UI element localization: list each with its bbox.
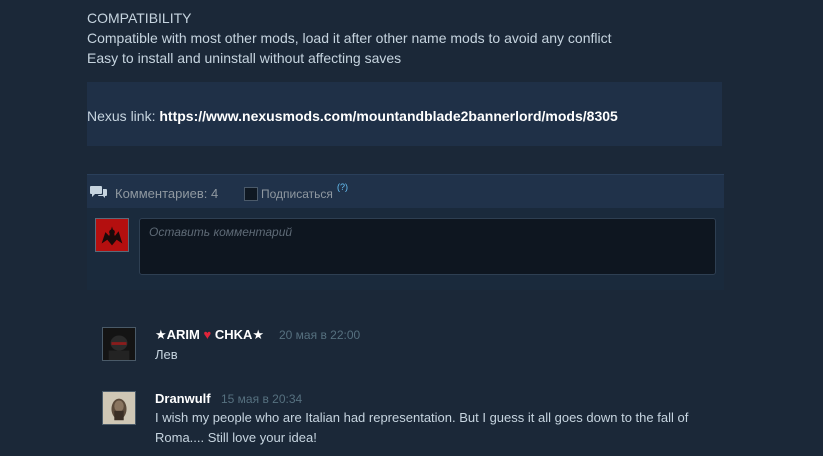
comments-header: Комментариев: 4 Подписаться (?) xyxy=(87,174,724,209)
comments-count: Комментариев: 4 xyxy=(115,186,219,201)
comment-author[interactable]: ★ARIM ♥ CHKA★ xyxy=(155,327,264,343)
nexus-link[interactable]: https://www.nexusmods.com/mountandblade2… xyxy=(159,108,617,124)
nexus-link-panel: Nexus link: https://www.nexusmods.com/mo… xyxy=(87,82,722,146)
comment-input[interactable]: Оставить комментарий xyxy=(139,218,716,275)
comment-text: Лев xyxy=(155,347,178,362)
comment-compose-area: Оставить комментарий xyxy=(87,208,724,290)
heart-icon: ♥ xyxy=(203,327,212,342)
description-line: COMPATIBILITY xyxy=(87,10,192,26)
chat-bubbles-icon xyxy=(90,186,107,198)
subscribe-checkbox[interactable] xyxy=(244,187,258,201)
mod-description: COMPATIBILITY Compatible with most other… xyxy=(87,8,727,68)
description-line: Compatible with most other mods, load it… xyxy=(87,30,612,46)
commenter-avatar[interactable] xyxy=(102,391,136,425)
comment-text: I wish my people who are Italian had rep… xyxy=(155,410,689,445)
comment-timestamp: 20 мая в 22:00 xyxy=(279,328,361,342)
subscribe-label[interactable]: Подписаться xyxy=(261,187,333,201)
comment-timestamp: 15 мая в 20:34 xyxy=(221,392,303,406)
description-line: Easy to install and uninstall without af… xyxy=(87,50,402,66)
comment-author[interactable]: Dranwulf xyxy=(155,391,211,406)
subscribe-help-link[interactable]: (?) xyxy=(337,182,348,192)
user-avatar[interactable] xyxy=(95,218,129,252)
commenter-avatar[interactable] xyxy=(102,327,136,361)
nexus-link-label: Nexus link: xyxy=(87,108,156,124)
nexus-link-row: Nexus link: https://www.nexusmods.com/mo… xyxy=(87,108,618,124)
